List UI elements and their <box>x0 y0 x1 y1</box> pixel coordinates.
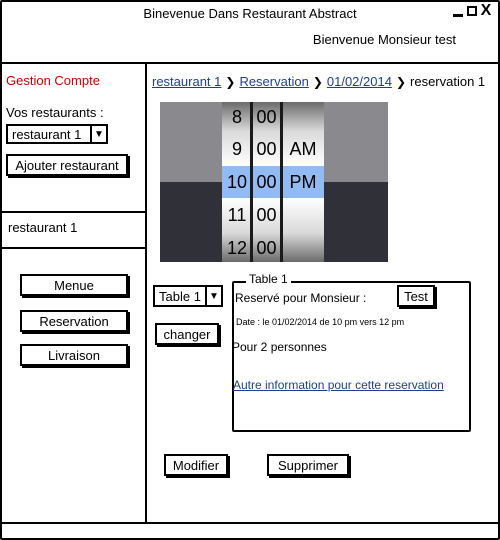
menu-button[interactable]: Menue <box>20 274 128 296</box>
close-icon[interactable]: X <box>480 3 492 19</box>
header: Binevenue Dans Restaurant Abstract X Bie… <box>2 2 498 64</box>
chevron-right-icon: ❯ <box>225 74 236 89</box>
reserved-for-label: Reservé pour Monsieur : <box>235 291 367 305</box>
table-select-value: Table 1 <box>159 288 201 304</box>
persons-count: Pour 2 personnes <box>232 340 327 354</box>
maximize-icon[interactable] <box>466 4 478 18</box>
minimize-icon[interactable] <box>452 4 464 18</box>
minute-option[interactable]: 00 <box>253 102 280 133</box>
delivery-button[interactable]: Livraison <box>20 344 128 366</box>
app-title: Binevenue Dans Restaurant Abstract <box>143 6 357 21</box>
period-option[interactable]: AM <box>284 133 322 165</box>
hour-option[interactable]: 8 <box>224 102 250 133</box>
period-option-selected[interactable]: PM <box>284 166 322 198</box>
chevron-down-icon[interactable]: ▼ <box>90 126 106 142</box>
reservation-date: Date : le 01/02/2014 de 10 pm vers 12 pm <box>236 317 405 327</box>
minute-option[interactable]: 00 <box>253 199 280 231</box>
current-restaurant: restaurant 1 <box>8 220 78 235</box>
window-controls: X <box>452 3 492 19</box>
divider <box>2 247 145 249</box>
add-restaurant-button[interactable]: Ajouter restaurant <box>6 154 128 176</box>
chevron-down-icon[interactable]: ▼ <box>205 287 221 305</box>
chevron-right-icon: ❯ <box>395 74 407 89</box>
minute-option[interactable]: 00 <box>253 133 280 165</box>
reserved-name-button[interactable]: Test <box>397 285 435 307</box>
hour-option-selected[interactable]: 10 <box>224 166 250 198</box>
divider <box>2 211 145 213</box>
minute-option-selected[interactable]: 00 <box>253 166 280 198</box>
minute-option[interactable]: 00 <box>253 232 280 262</box>
restaurants-label: Vos restaurants : <box>6 105 104 120</box>
restaurant-select-value: restaurant 1 <box>12 126 82 142</box>
modify-button[interactable]: Modifier <box>164 454 228 476</box>
hour-option[interactable]: 12 <box>224 232 250 262</box>
breadcrumb-date[interactable]: 01/02/2014 <box>327 74 392 89</box>
hour-option[interactable]: 9 <box>224 133 250 165</box>
breadcrumb: restaurant 1 ❯ Reservation ❯ 01/02/2014 … <box>152 74 485 89</box>
sidebar: Gestion Compte Vos restaurants : restaur… <box>2 64 147 522</box>
hour-option[interactable]: 11 <box>224 199 250 231</box>
delete-button[interactable]: Supprimer <box>267 454 349 476</box>
time-picker[interactable]: 8 9 10 11 12 00 00 00 00 00 AM PM <box>160 102 388 262</box>
account-management-link[interactable]: Gestion Compte <box>6 73 100 88</box>
app-window: Binevenue Dans Restaurant Abstract X Bie… <box>0 0 500 540</box>
restaurant-select[interactable]: restaurant 1 ▼ <box>6 124 108 144</box>
more-info-link[interactable]: Autre information pour cette reservation <box>233 378 444 392</box>
table-legend: Table 1 <box>246 272 291 286</box>
breadcrumb-current: reservation 1 <box>410 74 486 89</box>
breadcrumb-restaurant[interactable]: restaurant 1 <box>152 74 221 89</box>
chevron-right-icon: ❯ <box>312 74 323 89</box>
breadcrumb-reservation[interactable]: Reservation <box>239 74 308 89</box>
change-table-button[interactable]: changer <box>155 323 219 345</box>
reservation-button[interactable]: Reservation <box>20 310 128 332</box>
footer-divider <box>2 522 498 524</box>
table-select[interactable]: Table 1 ▼ <box>153 285 223 307</box>
welcome-message: Bienvenue Monsieur test <box>312 32 456 47</box>
